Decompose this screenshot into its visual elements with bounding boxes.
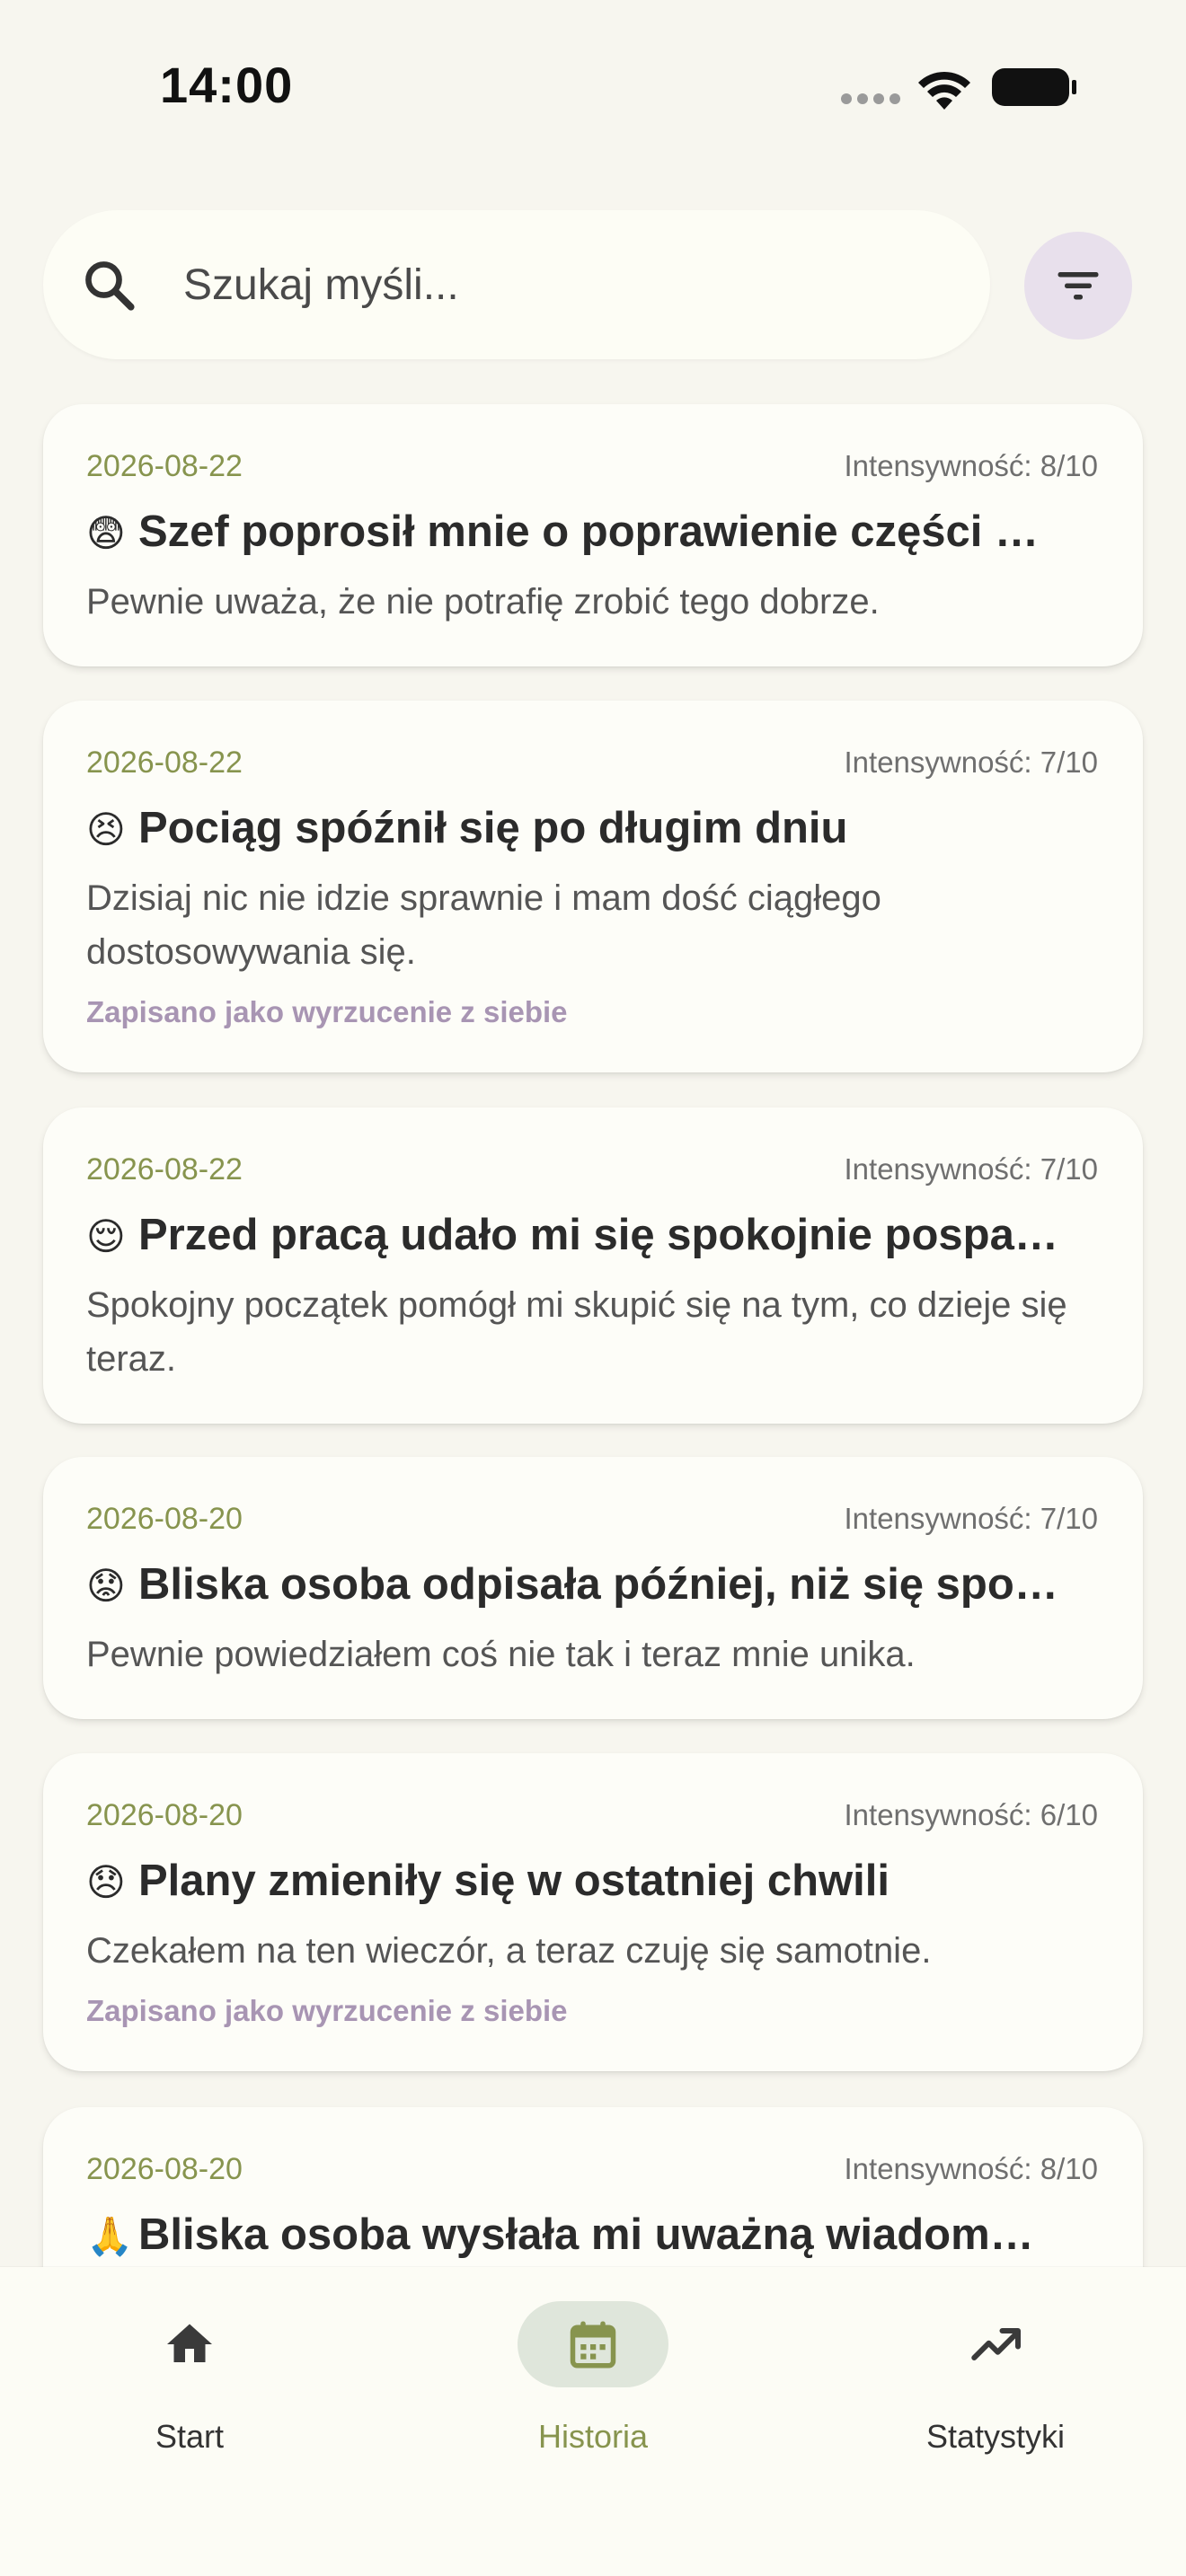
filter-button[interactable] bbox=[1024, 232, 1132, 340]
nav-label-statystyki: Statystyki bbox=[925, 2418, 1066, 2455]
entry-title-text: Bliska osoba wysłała mi uważną wiadom… bbox=[138, 2210, 1034, 2259]
status-time: 14:00 bbox=[160, 57, 294, 113]
entry-body: Pewnie powiedziałem coś nie tak i teraz … bbox=[86, 1635, 916, 1674]
search-bar[interactable] bbox=[43, 210, 990, 359]
nav-item-start[interactable]: Start bbox=[55, 2267, 324, 2465]
vent-tag: Zapisano jako wyrzucenie z siebie bbox=[86, 995, 568, 1028]
thought-card[interactable]: 2026-08-20 Intensywność: 7/10 😟 Bliska os… bbox=[43, 1457, 1143, 1719]
search-input[interactable] bbox=[183, 253, 956, 316]
entry-date: 2026-08-22 bbox=[86, 745, 243, 780]
entry-title: 😞 Plany zmieniły się w ostatniej chwili bbox=[86, 1856, 1102, 1906]
entry-body: Dzisiaj nic nie idzie sprawnie i mam doś… bbox=[86, 878, 881, 972]
status-bar: 14:00 bbox=[0, 0, 1186, 171]
entry-intensity: Intensywność: 8/10 bbox=[844, 449, 1099, 482]
thought-card[interactable]: 2026-08-20 Intensywność: 6/10 😞 Plany zmi… bbox=[43, 1753, 1143, 2071]
mood-emoji-icon: 😞 bbox=[86, 1861, 126, 1903]
trending-up-icon bbox=[971, 2328, 1021, 2360]
thought-card[interactable]: 2026-08-22 Intensywność: 7/10 😌 Przed pra… bbox=[43, 1107, 1143, 1424]
entry-title-text: Bliska osoba odpisała później, niż się s… bbox=[138, 1560, 1058, 1609]
search-icon bbox=[85, 261, 135, 311]
entry-date: 2026-08-20 bbox=[86, 2152, 243, 2186]
mood-emoji-icon: 🙏 bbox=[86, 2215, 134, 2257]
entry-body: Spokojny początek pomógł mi skupić się n… bbox=[86, 1285, 1067, 1379]
wifi-icon bbox=[918, 71, 970, 110]
entry-title-text: Szef poprosił mnie o poprawienie części … bbox=[138, 507, 1040, 556]
entry-title: 🙏 Bliska osoba wysłała mi uważną wiadom… bbox=[86, 2210, 1102, 2260]
entry-title: 😨 Szef poprosił mnie o poprawienie części… bbox=[86, 507, 1102, 557]
nav-label-start: Start bbox=[155, 2418, 225, 2455]
home-icon bbox=[167, 2324, 212, 2362]
entry-intensity: Intensywność: 7/10 bbox=[844, 1152, 1099, 1186]
entry-body: Czekałem na ten wieczór, a teraz czuję s… bbox=[86, 1931, 932, 1971]
bottom-navigation: Start Historia Statystyki bbox=[0, 2267, 1186, 2576]
entry-title-text: Pociąg spóźnił się po długim dniu bbox=[138, 804, 848, 852]
entry-date: 2026-08-20 bbox=[86, 1798, 243, 1832]
entry-title: 😟 Bliska osoba odpisała później, niż się … bbox=[86, 1559, 1102, 1610]
entry-intensity: Intensywność: 8/10 bbox=[844, 2152, 1099, 2185]
entry-intensity: Intensywność: 6/10 bbox=[844, 1798, 1099, 1831]
mood-emoji-icon: 😌 bbox=[86, 1215, 126, 1257]
vent-tag: Zapisano jako wyrzucenie z siebie bbox=[86, 1994, 568, 2027]
thought-card[interactable]: 2026-08-22 Intensywność: 8/10 😨 Szef popr… bbox=[43, 404, 1143, 666]
nav-label-historia: Historia bbox=[537, 2418, 649, 2455]
entry-intensity: Intensywność: 7/10 bbox=[844, 1502, 1099, 1535]
mood-emoji-icon: 😟 bbox=[86, 1565, 126, 1607]
entry-title-text: Plany zmieniły się w ostatniej chwili bbox=[138, 1857, 890, 1905]
entry-intensity: Intensywność: 7/10 bbox=[844, 745, 1099, 779]
entry-body: Pewnie uważa, że nie potrafię zrobić teg… bbox=[86, 582, 880, 622]
mood-emoji-icon: 😨 bbox=[86, 512, 126, 554]
entry-date: 2026-08-22 bbox=[86, 449, 243, 483]
filter-icon bbox=[1058, 272, 1099, 300]
nav-item-statystyki[interactable]: Statystyki bbox=[861, 2267, 1130, 2465]
cellular-signal-icon bbox=[841, 93, 902, 106]
nav-item-historia[interactable]: Historia bbox=[458, 2267, 728, 2465]
thought-card[interactable]: 2026-08-22 Intensywność: 7/10 😣 Pociąg sp… bbox=[43, 701, 1143, 1072]
entry-date: 2026-08-20 bbox=[86, 1502, 243, 1536]
entry-title: 😌 Przed pracą udało mi się spokojnie posp… bbox=[86, 1210, 1102, 1260]
calendar-icon bbox=[570, 2321, 616, 2369]
entry-date: 2026-08-22 bbox=[86, 1152, 243, 1187]
battery-icon bbox=[992, 68, 1076, 106]
entry-title-text: Przed pracą udało mi się spokojnie pospa… bbox=[138, 1211, 1058, 1259]
mood-emoji-icon: 😣 bbox=[86, 808, 126, 851]
entry-title: 😣 Pociąg spóźnił się po długim dniu bbox=[86, 803, 1102, 853]
